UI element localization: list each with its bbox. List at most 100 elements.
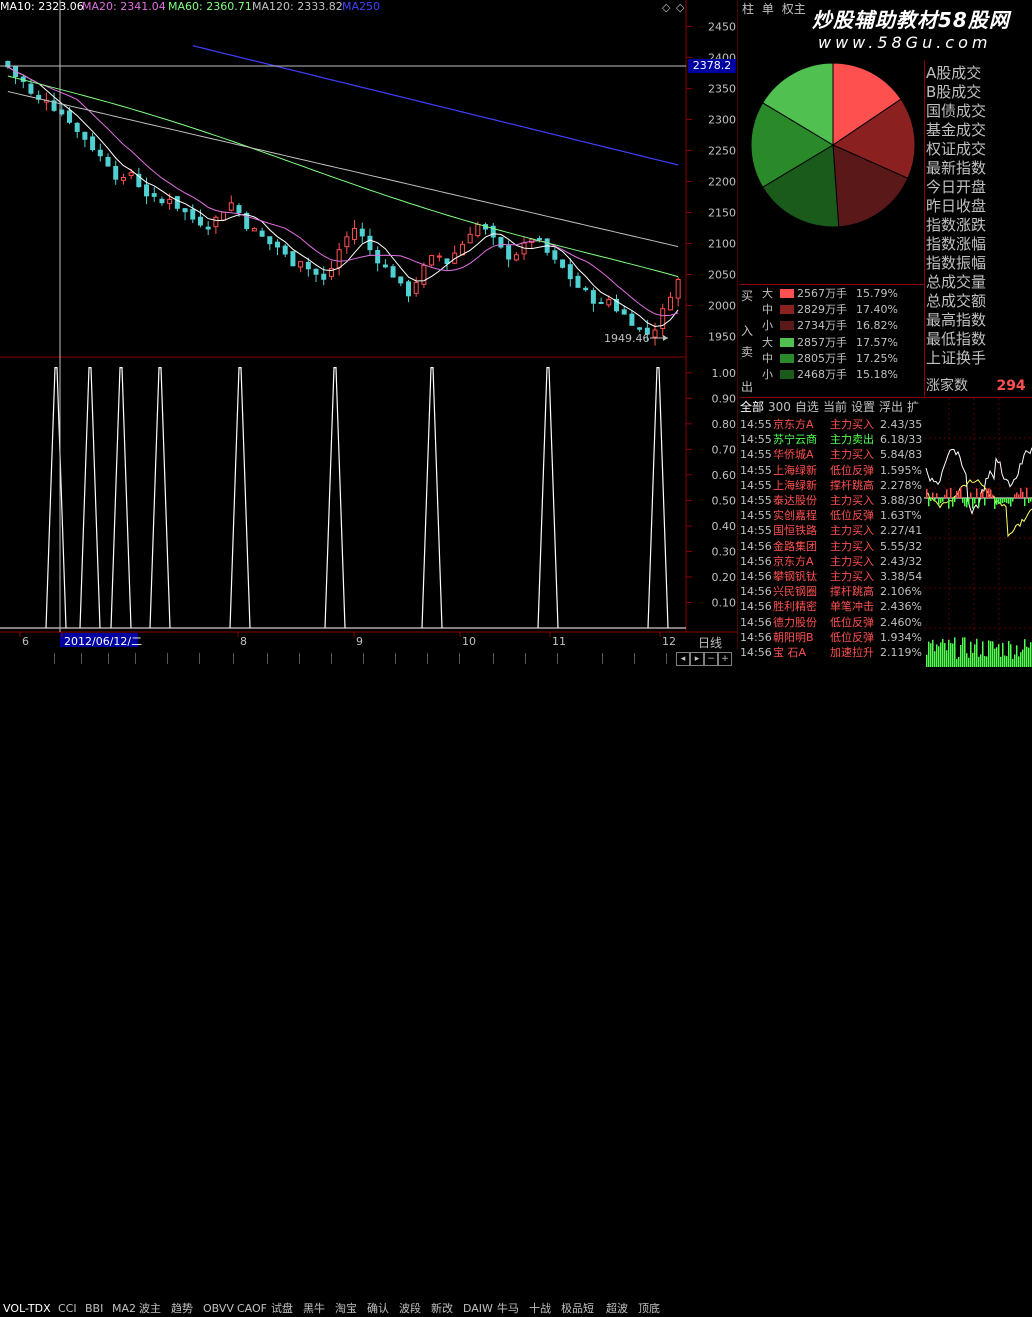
indicator-tab[interactable]: 波主 [137, 1300, 163, 1317]
indicator-tab[interactable]: BBI [83, 1300, 105, 1317]
stat-label: 权证成交 [926, 140, 987, 158]
indicator-tab[interactable]: 十战 [527, 1300, 553, 1317]
indicator-tick: 0.40 [712, 520, 737, 533]
intraday-volume-bar [970, 641, 972, 667]
candle-body [221, 211, 227, 221]
radar-tab[interactable]: 浮出 [879, 400, 903, 414]
intraday-bar [1022, 491, 1024, 498]
candle-body [552, 250, 558, 260]
candle-body [298, 261, 304, 268]
radar-row[interactable]: 14:55 苏宁云商 主力卖出 6.18/33 [740, 432, 924, 447]
zoom-out-icon[interactable]: − [704, 652, 718, 666]
indicator-tab[interactable]: OBVV [201, 1300, 236, 1317]
radar-row[interactable]: 14:55 京东方A 主力买入 2.43/35 [740, 417, 924, 432]
radar-stock: 华侨城A [773, 448, 814, 462]
radar-tab[interactable]: 当前 [823, 400, 847, 414]
right-arrow-icon[interactable]: ▸ [690, 652, 704, 666]
restore-icon[interactable]: ◇ [676, 1, 684, 14]
radar-time: 14:55 [740, 524, 772, 538]
indicator-tab[interactable]: 黑牛 [301, 1300, 327, 1317]
intraday-mini-chart[interactable] [924, 398, 1032, 667]
flow-volume: 2829万手 [797, 302, 847, 316]
radar-row[interactable]: 14:55 泰达股份 主力买入 3.88/30 [740, 493, 924, 508]
intraday-volume-bar [978, 656, 980, 667]
intraday-bar [1018, 494, 1020, 498]
intraday-volume-bar [956, 658, 958, 667]
indicator-tab[interactable]: 确认 [365, 1300, 391, 1317]
date-tick: 9 [356, 635, 363, 648]
radar-row[interactable]: 14:55 华侨城A 主力买入 5.84/83 [740, 447, 924, 462]
stat-label: 今日开盘 [926, 178, 987, 196]
indicator-tick: 0.60 [712, 469, 737, 482]
radar-stock: 京东方A [773, 418, 814, 431]
rise-count-row: 涨家数 294 跌 [926, 377, 1032, 396]
intraday-bar [946, 489, 948, 498]
intraday-volume-bar [976, 638, 978, 667]
radar-row[interactable]: 14:56 金路集团 主力买入 5.55/32 [740, 539, 924, 554]
radar-type: 低位反弹 [830, 615, 874, 629]
indicator-tab[interactable]: 极品短 [559, 1300, 596, 1317]
left-arrow-icon[interactable]: ◂ [676, 652, 690, 666]
radar-tab[interactable]: 扩 [907, 400, 919, 414]
radar-row[interactable]: 14:55 国恒铁路 主力买入 2.27/41 [740, 523, 924, 538]
candle-body [444, 258, 450, 265]
candle-body [182, 208, 188, 213]
tab-column[interactable]: 柱 [742, 2, 754, 16]
radar-stock: 金路集团 [773, 539, 817, 553]
candle-body [575, 275, 581, 288]
radar-row[interactable]: 14:56 德力股份 低位反弹 2.460% [740, 615, 924, 630]
radar-row[interactable]: 14:55 实创嘉程 低位反弹 1.63T% [740, 508, 924, 523]
radar-time: 14:56 [740, 570, 772, 583]
radar-row[interactable]: 14:56 朝阳明B 低位反弹 1.934% [740, 630, 924, 645]
indicator-tab[interactable]: 淘宝 [333, 1300, 359, 1317]
radar-tab[interactable]: 300 [768, 400, 791, 414]
candle-body [197, 216, 203, 226]
indicator-tab[interactable]: CAOF [235, 1300, 269, 1317]
radar-type: 主力买入 [830, 554, 874, 568]
tab-weight[interactable]: 权主 [782, 2, 806, 16]
indicator-tab[interactable]: MA2 [110, 1300, 138, 1317]
indicator-tab[interactable]: 新改 [429, 1300, 455, 1317]
rise-count-value: 294 [996, 378, 1026, 394]
intraday-volume-bar [938, 646, 940, 667]
stat-label: 国债成交 [926, 102, 987, 120]
indicator-tick: 0.20 [712, 571, 737, 584]
radar-tab[interactable]: 全部 [740, 400, 764, 414]
indicator-tab[interactable]: VOL-TDX [1, 1300, 53, 1317]
intraday-bar [944, 494, 946, 498]
radar-row[interactable]: 14:56 兴民钢圈 撑杆跳高 2.106% [740, 584, 924, 599]
radar-stock: 京东方A [773, 554, 814, 568]
intraday-volume-bar [1030, 642, 1032, 667]
price-chart[interactable]: 2450240023502300225022002150210020502000… [0, 0, 738, 650]
radar-stock: 国恒铁路 [773, 524, 817, 538]
radar-row[interactable]: 14:55 上海绿新 撑杆跳高 2.278% [740, 478, 924, 493]
radar-row[interactable]: 14:55 上海绿新 低位反弹 1.595% [740, 463, 924, 478]
radar-stock: 德力股份 [773, 615, 817, 629]
radar-row[interactable]: 14:56 宝 石A 加速拉升 2.119% [740, 645, 924, 660]
radar-tab[interactable]: 自选 [795, 400, 819, 414]
radar-row[interactable]: 14:56 胜利精密 单笔冲击 2.436% [740, 599, 924, 614]
indicator-tab[interactable]: 超波 [604, 1300, 630, 1317]
stat-label: 基金成交 [926, 121, 987, 139]
radar-tab[interactable]: 设置 [851, 400, 875, 414]
indicator-tab[interactable]: DAIW [461, 1300, 495, 1317]
date-tick: 8 [240, 635, 247, 648]
period-label[interactable]: 日线 [698, 634, 722, 651]
indicator-tab[interactable]: 趋势 [169, 1300, 195, 1317]
tab-single[interactable]: 单 [762, 2, 774, 16]
radar-row[interactable]: 14:56 京东方A 主力买入 2.43/32 [740, 554, 924, 569]
intraday-volume-bar [954, 637, 956, 667]
radar-stock: 宝 石A [773, 646, 807, 659]
indicator-tab[interactable]: 试盘 [269, 1300, 295, 1317]
intraday-volume-bar [948, 639, 950, 667]
intraday-bar [926, 489, 928, 498]
intraday-volume-bar [998, 644, 1000, 667]
indicator-tab[interactable]: 顶底 [636, 1300, 662, 1317]
zoom-in-icon[interactable]: + [718, 652, 732, 666]
indicator-tab[interactable]: 牛马 [495, 1300, 521, 1317]
radar-stock: 上海绿新 [773, 463, 817, 477]
indicator-tab[interactable]: CCI [56, 1300, 79, 1317]
diamond-icon[interactable]: ◇ [662, 1, 670, 14]
indicator-tab[interactable]: 波段 [397, 1300, 423, 1317]
radar-row[interactable]: 14:56 攀钢钒钛 主力买入 3.38/54 [740, 569, 924, 584]
